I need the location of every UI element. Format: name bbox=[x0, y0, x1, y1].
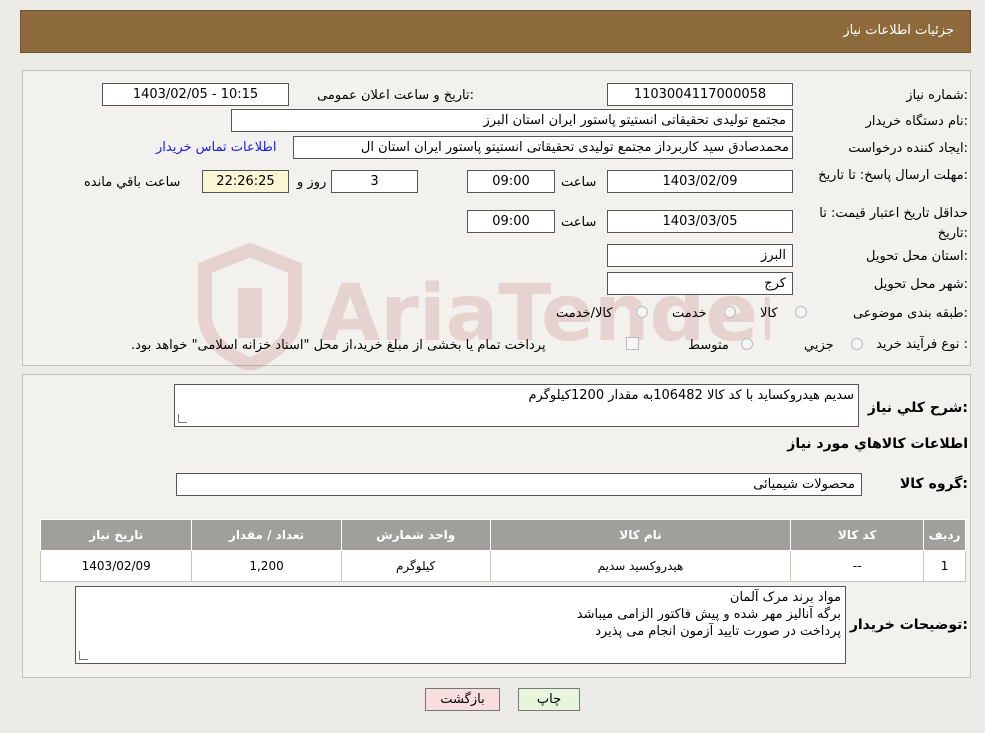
city-field: کرج bbox=[607, 272, 793, 295]
purchase-type-label: نوع فرآیند خرید : bbox=[876, 337, 968, 352]
announce-datetime-label: تاریخ و ساعت اعلان عمومی: bbox=[317, 88, 474, 103]
print-button[interactable]: چاپ bbox=[518, 688, 580, 711]
price-validity-time-field: 09:00 bbox=[467, 210, 555, 233]
cell-item-code: -- bbox=[790, 550, 925, 582]
goods-info-title: اطلاعات کالاهاي مورد نياز bbox=[787, 436, 968, 452]
summary-text: سدیم هیدروکساید با کد کالا 106482به مقدا… bbox=[528, 388, 854, 403]
category-label: طبقه بندی موضوعی: bbox=[852, 306, 968, 321]
cell-item-name: هیدروکسید سدیم bbox=[489, 550, 792, 582]
summary-label: شرح کلي نياز: bbox=[867, 400, 968, 416]
reply-time-label: ساعت bbox=[561, 175, 597, 190]
cell-quantity: 1,200 bbox=[191, 550, 342, 582]
treasury-bonds-note: پرداخت تمام یا بخشی از مبلغ خرید،از محل … bbox=[131, 338, 546, 353]
purchase-type-small-label: جزیي bbox=[804, 338, 834, 353]
resize-grip-icon[interactable] bbox=[178, 414, 187, 423]
treasury-bonds-checkbox[interactable] bbox=[626, 337, 639, 350]
goods-group-field: محصولات شیمیائی bbox=[176, 473, 862, 496]
announce-datetime-field: 1403/02/05 - 10:15 bbox=[102, 83, 289, 106]
price-validity-label: حداقل تاریخ اعتبار قیمت: تا تاریخ: bbox=[819, 206, 968, 241]
cell-unit: کیلوگرم bbox=[340, 550, 491, 582]
table-row: 1 -- هیدروکسید سدیم کیلوگرم 1,200 1403/0… bbox=[39, 550, 966, 582]
category-service-radio[interactable] bbox=[724, 306, 736, 318]
buyer-note-line: پرداخت در صورت تایید آزمون انجام می پذیر… bbox=[595, 624, 841, 639]
price-validity-time-label: ساعت bbox=[561, 215, 597, 230]
purchase-type-medium-radio[interactable] bbox=[741, 338, 753, 350]
purchase-type-medium-label: متوسط bbox=[688, 338, 729, 353]
buyer-note-line: برگه آنالیز مهر شده و پیش فاکتور الزامی … bbox=[576, 607, 841, 622]
city-label: شهر محل تحویل: bbox=[873, 277, 968, 292]
category-goods-service-radio[interactable] bbox=[636, 306, 648, 318]
col-need-date: تاريخ نياز bbox=[39, 519, 193, 551]
reply-days-label: روز و bbox=[297, 175, 327, 190]
province-label: استان محل تحویل: bbox=[866, 249, 968, 264]
purchase-type-small-radio[interactable] bbox=[851, 338, 863, 350]
col-row-number: رديف bbox=[923, 519, 966, 551]
summary-field: سدیم هیدروکساید با کد کالا 106482به مقدا… bbox=[174, 384, 859, 427]
remaining-time-field: 22:26:25 bbox=[202, 170, 289, 193]
reply-days-field: 3 bbox=[331, 170, 418, 193]
cell-need-date: 1403/02/09 bbox=[39, 550, 193, 582]
buyer-contact-link[interactable]: اطلاعات تماس خریدار bbox=[156, 140, 276, 155]
need-number-label: شماره نیاز: bbox=[906, 88, 968, 103]
col-item-name: نام کالا bbox=[489, 519, 792, 551]
province-field: البرز bbox=[607, 244, 793, 267]
buyer-notes-field: مواد برند مرک آلمان برگه آنالیز مهر شده … bbox=[75, 586, 846, 664]
col-item-code: کد کالا bbox=[790, 519, 925, 551]
reply-deadline-label: مهلت ارسال پاسخ: تا تاریخ: bbox=[818, 168, 968, 183]
goods-group-label: گروه کالا: bbox=[899, 476, 968, 492]
back-button[interactable]: بازگشت bbox=[425, 688, 500, 711]
resize-grip-icon[interactable] bbox=[79, 651, 88, 660]
page-title: جزئیات اطلاعات نیاز bbox=[843, 23, 954, 38]
category-goods-label: کالا bbox=[760, 306, 778, 321]
goods-table: رديف کد کالا نام کالا واحد شمارش تعداد /… bbox=[39, 519, 966, 582]
remaining-time-label: ساعت باقي مانده bbox=[84, 175, 181, 190]
need-number-field: 1103004117000058 bbox=[607, 83, 793, 106]
buyer-notes-label: توضيحات خريدار: bbox=[849, 617, 968, 633]
category-service-label: خدمت bbox=[672, 306, 707, 321]
reply-time-field: 09:00 bbox=[467, 170, 555, 193]
col-unit: واحد شمارش bbox=[340, 519, 491, 551]
buyer-org-label: نام دستگاه خریدار: bbox=[865, 114, 968, 129]
requester-label: ایجاد کننده درخواست: bbox=[848, 141, 968, 156]
category-goods-radio[interactable] bbox=[795, 306, 807, 318]
col-quantity: تعداد / مقدار bbox=[191, 519, 342, 551]
requester-field: محمدصادق سید کاربرداز مجتمع تولیدی تحقیق… bbox=[293, 136, 793, 159]
category-goods-service-label: کالا/خدمت bbox=[556, 306, 613, 321]
cell-row-number: 1 bbox=[923, 550, 966, 582]
price-validity-date-field: 1403/03/05 bbox=[607, 210, 793, 233]
goods-table-header-row: رديف کد کالا نام کالا واحد شمارش تعداد /… bbox=[39, 519, 966, 551]
buyer-note-line: مواد برند مرک آلمان bbox=[729, 590, 841, 605]
buyer-org-field: مجتمع تولیدی تحقیقاتی انستیتو پاستور ایر… bbox=[231, 109, 793, 132]
page-header: جزئیات اطلاعات نیاز bbox=[20, 10, 971, 53]
reply-date-field: 1403/02/09 bbox=[607, 170, 793, 193]
